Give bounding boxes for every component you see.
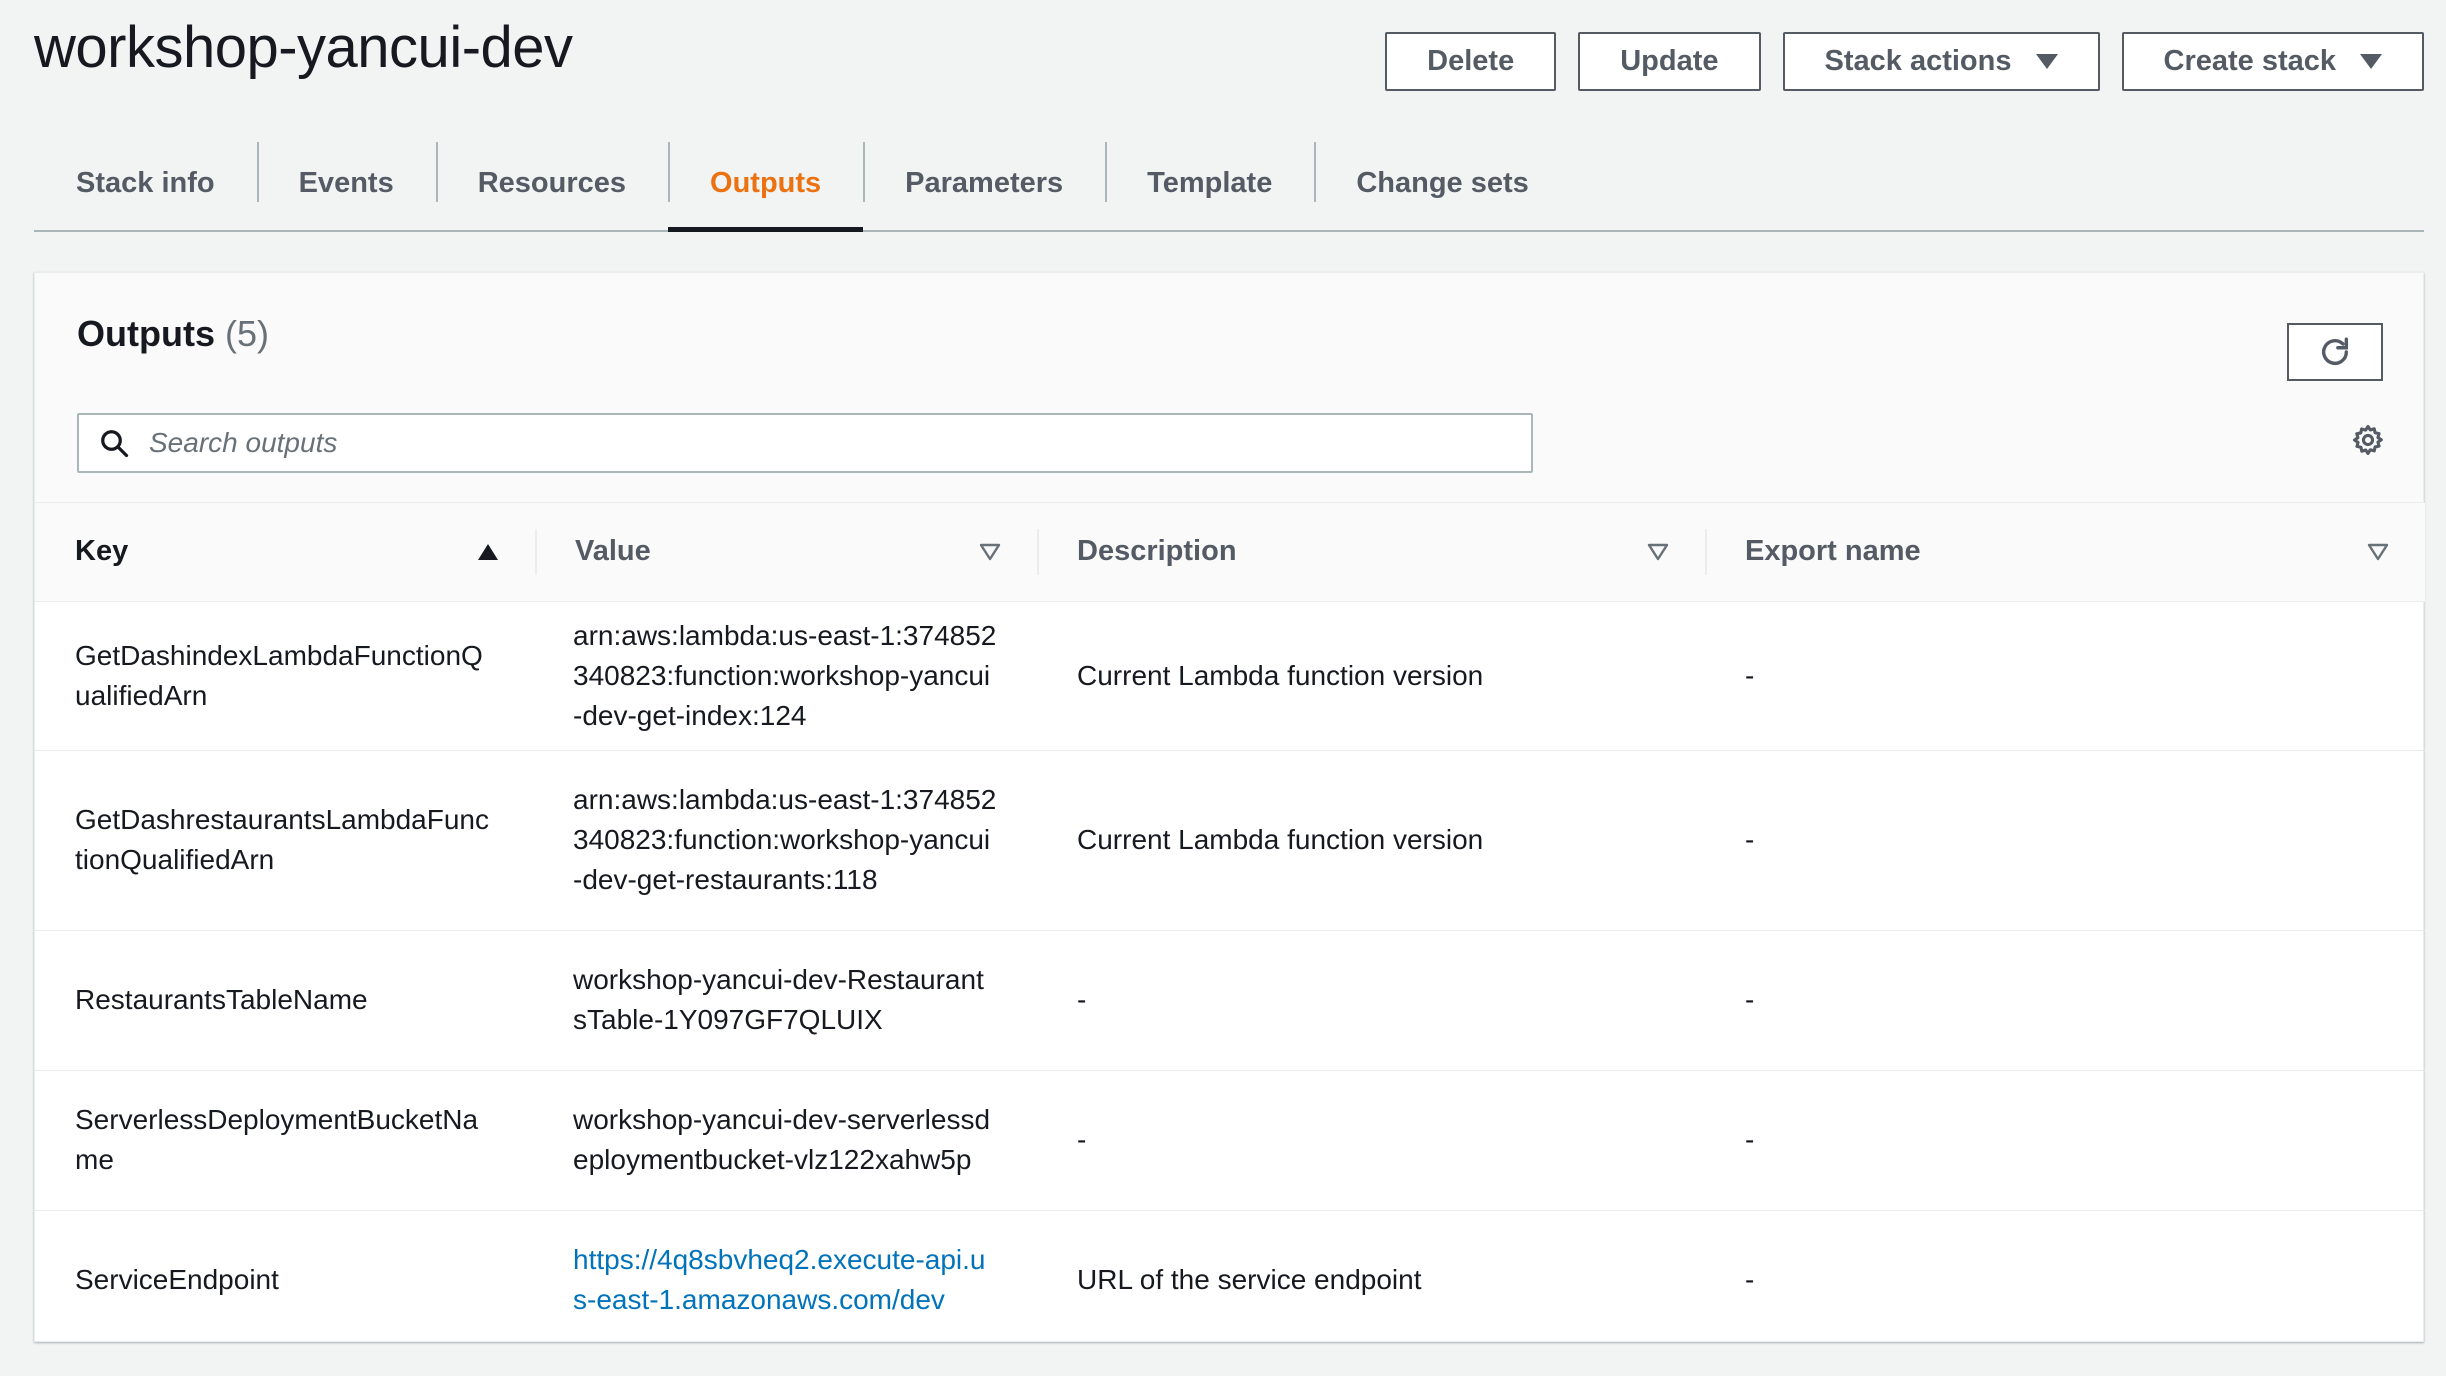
output-value-cell: https://4q8sbvheq2.execute-api.us-east-1…	[535, 1210, 1037, 1350]
column-label: Description	[1077, 535, 1237, 568]
column-header-value[interactable]: Value	[535, 503, 1037, 602]
search-input[interactable]	[149, 415, 1531, 471]
output-description: URL of the service endpoint	[1077, 1264, 1422, 1296]
table-row: GetDashindexLambdaFunctionQualifiedArn a…	[35, 601, 2425, 751]
update-button[interactable]: Update	[1578, 32, 1761, 91]
caret-down-icon	[2035, 54, 2058, 69]
output-export-name: -	[1705, 1070, 2425, 1211]
table-header-row: Key Value Description Export name	[35, 503, 2425, 602]
tab-label: Change sets	[1356, 166, 1529, 199]
output-description: Current Lambda function version	[1037, 601, 1705, 751]
search-box	[77, 413, 1533, 473]
output-key: RestaurantsTableName	[35, 930, 535, 1071]
output-export-name: -	[1705, 930, 2425, 1071]
tab-parameters[interactable]: Parameters	[863, 136, 1105, 230]
search-icon	[79, 428, 149, 458]
sort-icon	[1647, 543, 1669, 561]
output-key: ServerlessDeploymentBucketName	[35, 1070, 535, 1211]
stack-tabs: Stack info Events Resources Outputs Para…	[34, 136, 2424, 232]
output-export-name: -	[1705, 750, 2425, 931]
create-stack-label: Create stack	[2163, 45, 2337, 77]
outputs-panel-header: Outputs (5)	[35, 273, 2423, 503]
output-export-name: -	[1705, 601, 2425, 751]
tab-label: Parameters	[905, 166, 1064, 199]
cloudformation-stack-page: workshop-yancui-dev Delete Update Stack …	[0, 0, 2446, 1376]
tab-change-sets[interactable]: Change sets	[1314, 136, 1570, 230]
outputs-count: (5)	[225, 313, 269, 354]
output-value: arn:aws:lambda:us-east-1:374852340823:fu…	[535, 750, 1037, 931]
output-key: ServiceEndpoint	[75, 1264, 279, 1296]
delete-button-label: Delete	[1427, 45, 1515, 77]
tab-outputs[interactable]: Outputs	[668, 136, 864, 232]
refresh-icon	[2321, 337, 2349, 365]
column-header-export-name[interactable]: Export name	[1705, 503, 2425, 602]
stack-title: workshop-yancui-dev	[34, 15, 573, 80]
outputs-panel: Outputs (5) Search outputs Key Value Des…	[34, 272, 2425, 1342]
outputs-heading: Outputs (5)	[77, 313, 269, 355]
sort-icon	[2367, 543, 2389, 561]
table-row: ServiceEndpoint https://4q8sbvheq2.execu…	[35, 1210, 2425, 1350]
tab-resources[interactable]: Resources	[435, 136, 668, 230]
tab-events[interactable]: Events	[256, 136, 436, 230]
refresh-button[interactable]	[2287, 323, 2383, 381]
tab-label: Template	[1147, 166, 1273, 199]
output-description: -	[1037, 1070, 1705, 1211]
output-value: workshop-yancui-dev-RestaurantsTable-1Y0…	[535, 930, 1037, 1071]
output-key: GetDashrestaurantsLambdaFunctionQualifie…	[35, 750, 535, 931]
column-label: Value	[575, 535, 651, 568]
tab-stack-info[interactable]: Stack info	[34, 136, 257, 230]
stack-actions-label: Stack actions	[1824, 45, 2012, 77]
table-row: GetDashrestaurantsLambdaFunctionQualifie…	[35, 750, 2425, 931]
tab-label: Events	[298, 166, 394, 199]
tab-template[interactable]: Template	[1105, 136, 1314, 230]
output-description: Current Lambda function version	[1037, 750, 1705, 931]
output-description: -	[1037, 930, 1705, 1071]
caret-down-icon	[2360, 54, 2382, 69]
tab-label: Resources	[477, 166, 627, 199]
preferences-gear-icon[interactable]	[2351, 423, 2385, 462]
column-header-key[interactable]: Key	[35, 503, 535, 602]
stack-actions-bar: Delete Update Stack actions Create stack	[1385, 32, 2424, 91]
column-label: Export name	[1745, 535, 1921, 568]
tab-label: Outputs	[710, 166, 822, 199]
output-export-name: -	[1745, 1264, 1755, 1296]
create-stack-dropdown[interactable]: Create stack	[2121, 32, 2424, 91]
tab-label: Stack info	[76, 166, 215, 199]
outputs-title: Outputs	[77, 313, 215, 354]
stack-actions-dropdown[interactable]: Stack actions	[1782, 32, 2100, 91]
output-value: arn:aws:lambda:us-east-1:374852340823:fu…	[535, 601, 1037, 751]
sort-icon	[979, 543, 1001, 561]
table-row: ServerlessDeploymentBucketName workshop-…	[35, 1070, 2425, 1211]
update-button-label: Update	[1620, 45, 1719, 77]
outputs-table: Key Value Description Export name GetDas…	[35, 503, 2425, 1350]
column-header-description[interactable]: Description	[1037, 503, 1705, 602]
output-value: workshop-yancui-dev-serverlessdeployment…	[535, 1070, 1037, 1211]
sort-ascending-icon	[478, 544, 498, 560]
table-row: RestaurantsTableName workshop-yancui-dev…	[35, 930, 2425, 1071]
output-key: GetDashindexLambdaFunctionQualifiedArn	[35, 601, 535, 751]
column-label: Key	[75, 535, 129, 568]
service-endpoint-link[interactable]: https://4q8sbvheq2.execute-api.us-east-1…	[573, 1244, 986, 1315]
delete-button[interactable]: Delete	[1385, 32, 1557, 91]
